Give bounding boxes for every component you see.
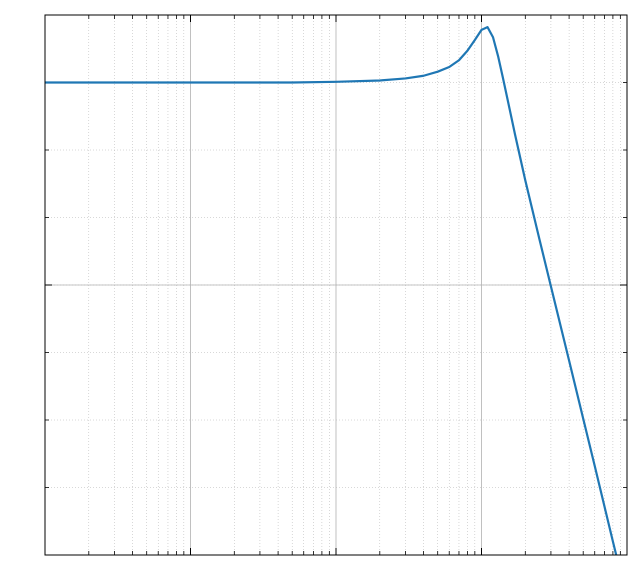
line-chart	[0, 0, 640, 584]
chart-container	[0, 0, 640, 584]
